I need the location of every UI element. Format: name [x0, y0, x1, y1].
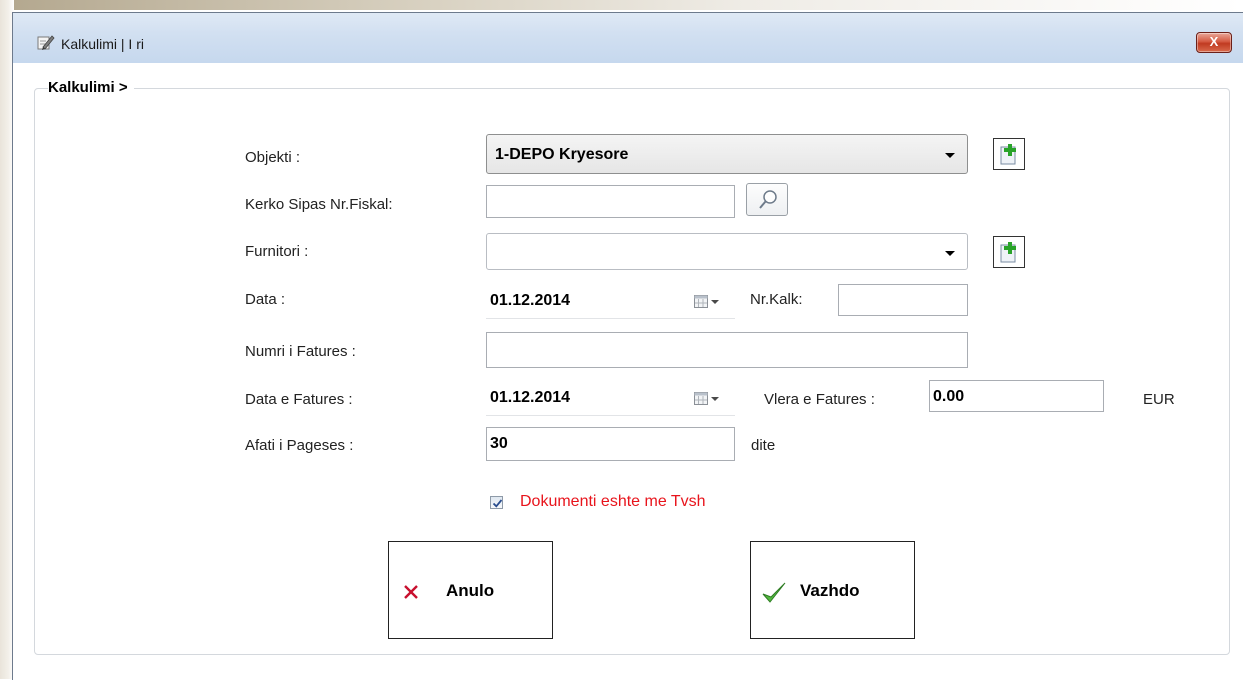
nr-kalk-label: Nr.Kalk:	[750, 291, 803, 308]
close-button[interactable]: X	[1196, 32, 1232, 53]
anulo-label: Anulo	[446, 581, 495, 600]
search-button[interactable]	[746, 183, 788, 216]
chevron-down-icon	[945, 251, 955, 256]
data-date-picker[interactable]: 01.12.2014	[486, 283, 735, 319]
currency-label: EUR	[1143, 391, 1175, 408]
window-title: Kalkulimi | I ri	[61, 36, 144, 52]
data-fatures-value: 01.12.2014	[490, 389, 571, 406]
calendar-icon	[694, 392, 708, 405]
red-x-icon	[404, 585, 418, 599]
objekti-dropdown[interactable]: 1-DEPO Kryesore	[486, 134, 968, 174]
pencil-edit-icon	[37, 33, 55, 51]
data-label: Data :	[245, 291, 286, 308]
calendar-dropdown-icon	[711, 300, 719, 304]
vlera-fatures-input[interactable]: 0.00	[929, 380, 1104, 412]
afati-pageses-label: Afati i Pageses :	[245, 437, 354, 454]
group-legend: Kalkulimi >	[48, 79, 134, 96]
kerko-label: Kerko Sipas Nr.Fiskal:	[245, 196, 393, 213]
green-check-icon	[762, 582, 786, 603]
add-furnitori-button[interactable]	[993, 236, 1025, 268]
date-underline	[486, 318, 735, 319]
afati-pageses-value: 30	[490, 435, 508, 452]
vlera-fatures-value: 0.00	[933, 388, 965, 405]
furnitori-label: Furnitori :	[245, 243, 309, 260]
data-fatures-date-picker[interactable]: 01.12.2014	[486, 380, 735, 416]
nr-fiskal-search-input[interactable]	[486, 185, 735, 218]
numri-fatures-label: Numri i Fatures :	[245, 343, 356, 360]
objekti-value: 1-DEPO Kryesore	[495, 146, 629, 163]
furnitori-dropdown[interactable]	[486, 233, 968, 270]
add-green-plus-icon	[1000, 242, 1016, 263]
add-green-plus-icon	[1000, 144, 1016, 165]
anulo-button[interactable]: Anulo	[388, 541, 553, 639]
close-icon: X	[1209, 34, 1219, 49]
data-fatures-label: Data e Fatures :	[245, 391, 353, 408]
nr-kalk-input[interactable]	[838, 284, 968, 316]
afati-pageses-input[interactable]: 30	[486, 427, 735, 461]
title-bar[interactable]: Kalkulimi | I ri X	[13, 13, 1243, 63]
magnifier-icon	[759, 190, 777, 209]
calendar-icon	[694, 295, 708, 308]
checkmark-icon	[492, 499, 503, 508]
data-value: 01.12.2014	[490, 292, 571, 309]
vazhdo-label: Vazhdo	[800, 581, 860, 600]
numri-fatures-input[interactable]	[486, 332, 968, 368]
days-unit-label: dite	[751, 437, 776, 454]
objekti-label: Objekti :	[245, 149, 301, 166]
calendar-dropdown-icon	[711, 397, 719, 401]
vlera-fatures-label: Vlera e Fatures :	[764, 391, 875, 408]
tvsh-checkbox[interactable]	[490, 496, 503, 509]
desktop-background-top	[0, 0, 1243, 10]
chevron-down-icon	[945, 153, 955, 158]
vazhdo-button[interactable]: Vazhdo	[750, 541, 915, 639]
date-underline	[486, 415, 735, 416]
add-objekti-button[interactable]	[993, 138, 1025, 170]
tvsh-checkbox-label[interactable]: Dokumenti eshte me Tvsh	[520, 493, 706, 511]
